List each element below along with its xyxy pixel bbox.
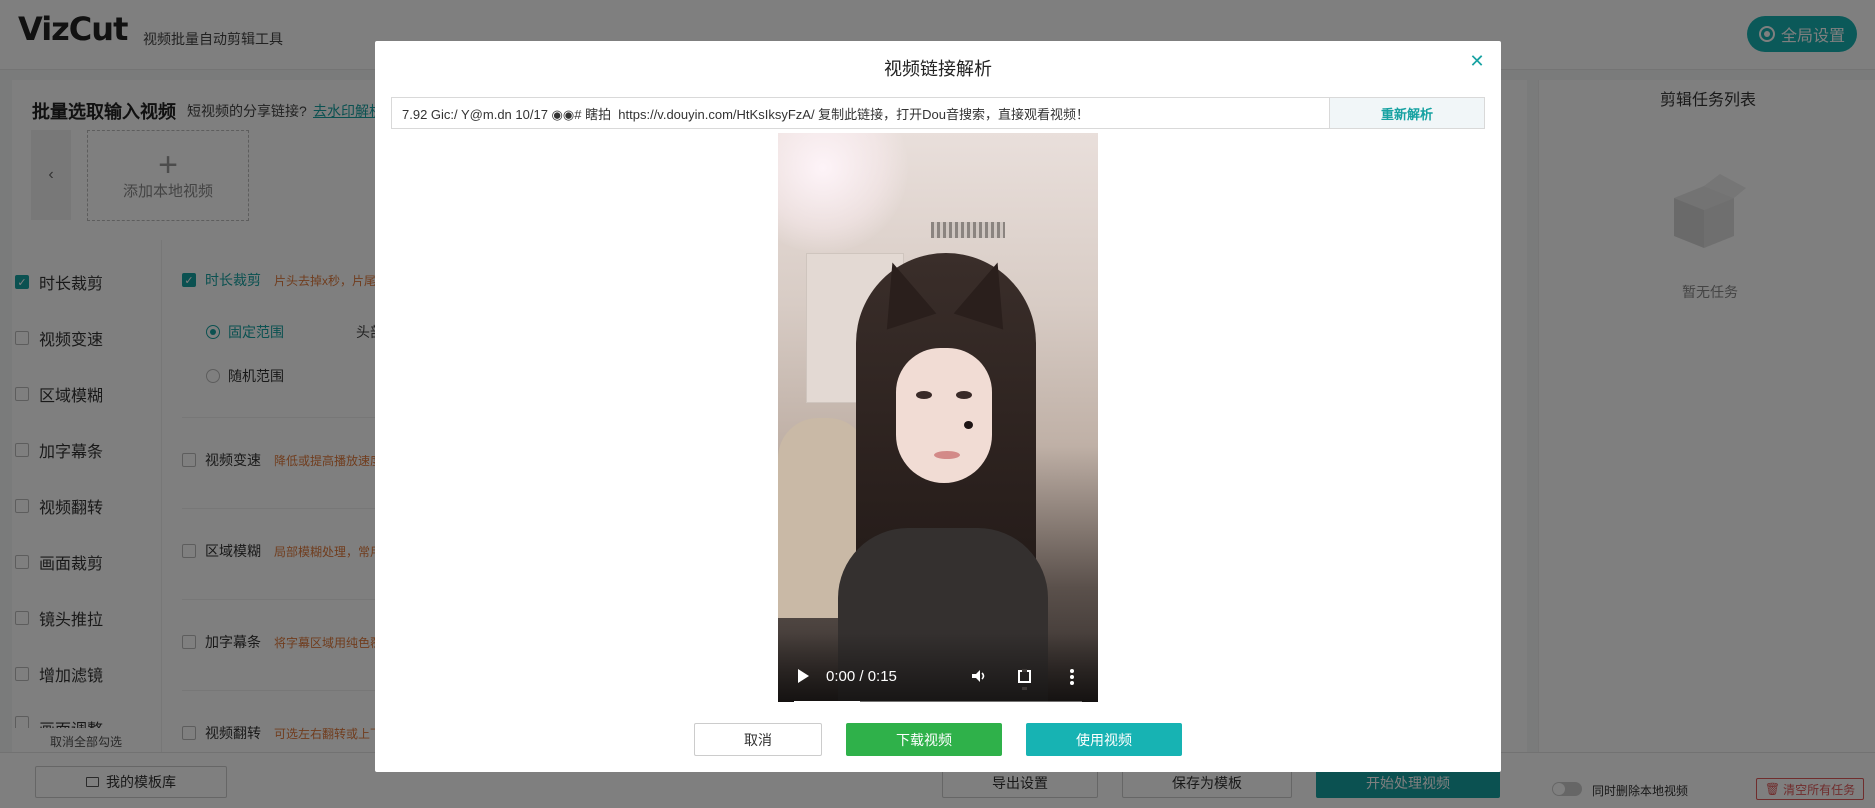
video-eye — [956, 391, 972, 399]
video-link-parse-dialog: 视频链接解析 ✕ 重新解析 0:00 / 0:15 — [375, 41, 1501, 772]
close-icon[interactable]: ✕ — [1469, 52, 1485, 70]
video-progress-fill — [794, 701, 861, 702]
video-eye — [916, 391, 932, 399]
download-video-button[interactable]: 下载视频 — [846, 723, 1002, 756]
url-row: 重新解析 — [391, 97, 1485, 129]
video-time: 0:00 / 0:15 — [826, 668, 897, 685]
video-controls: 0:00 / 0:15 — [778, 633, 1098, 702]
fullscreen-icon[interactable] — [1018, 669, 1031, 690]
play-icon[interactable] — [798, 669, 809, 683]
video-progress-bar[interactable] — [794, 701, 1082, 702]
share-url-input[interactable] — [392, 98, 1329, 128]
video-lips — [934, 451, 960, 459]
video-ceiling-vent — [931, 222, 1005, 238]
video-nose — [964, 421, 973, 429]
video-player[interactable]: 0:00 / 0:15 — [778, 133, 1098, 702]
reparse-button[interactable]: 重新解析 — [1329, 98, 1484, 128]
more-options-icon[interactable] — [1070, 669, 1074, 685]
volume-icon[interactable] — [971, 668, 987, 684]
video-face — [896, 348, 992, 483]
use-video-button[interactable]: 使用视频 — [1026, 723, 1182, 756]
cancel-button[interactable]: 取消 — [694, 723, 822, 756]
dialog-title: 视频链接解析 — [884, 59, 992, 79]
